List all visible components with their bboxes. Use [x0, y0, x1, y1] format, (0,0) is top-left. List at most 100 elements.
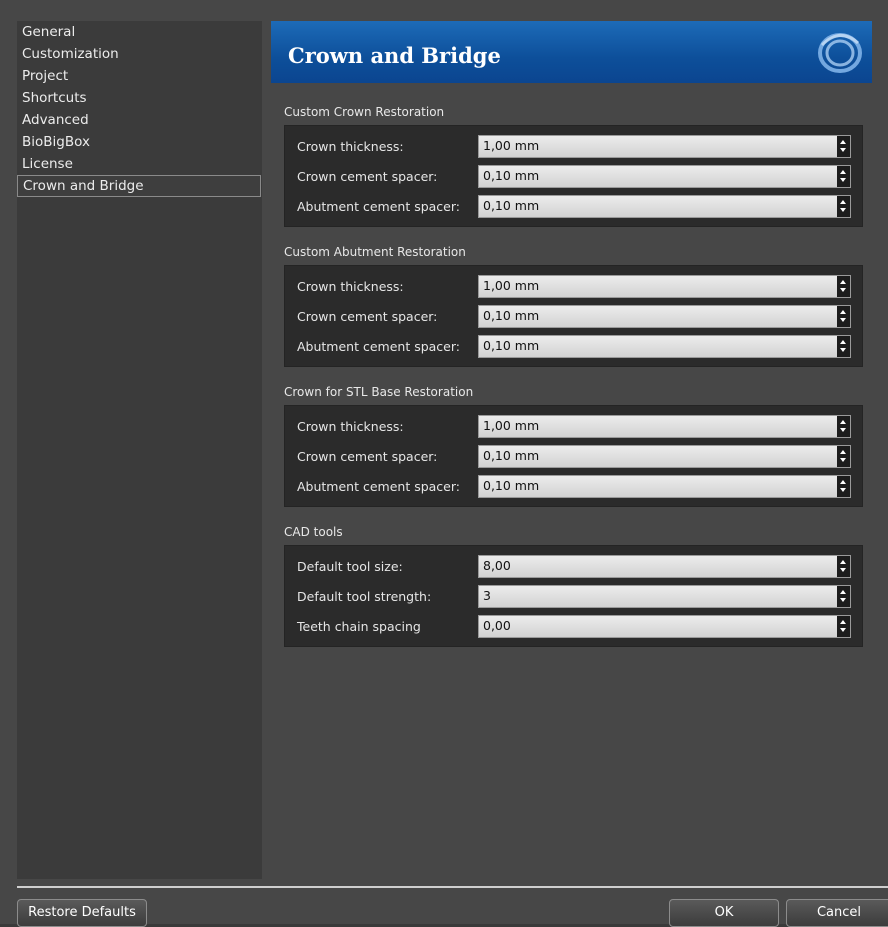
spin-arrows[interactable]: [837, 416, 850, 437]
chevron-up-icon[interactable]: [840, 280, 846, 284]
chevron-down-icon[interactable]: [840, 458, 846, 462]
chevron-up-icon[interactable]: [840, 140, 846, 144]
chevron-down-icon[interactable]: [840, 148, 846, 152]
crown-cement-spacer-spinbox[interactable]: 0,10 mm: [478, 445, 851, 468]
spinbox-value[interactable]: 1,00 mm: [483, 138, 539, 153]
setting-row: Abutment cement spacer: 0,10 mm: [285, 332, 862, 362]
chevron-down-icon[interactable]: [840, 288, 846, 292]
chevron-down-icon[interactable]: [840, 628, 846, 632]
chevron-down-icon[interactable]: [840, 318, 846, 322]
sidebar-item-project[interactable]: Project: [17, 65, 262, 87]
sidebar-item-customization[interactable]: Customization: [17, 43, 262, 65]
setting-label: Default tool size:: [297, 559, 403, 574]
restore-defaults-button[interactable]: Restore Defaults: [17, 899, 147, 927]
spinbox-value[interactable]: 3: [483, 588, 491, 603]
spinbox-value[interactable]: 0,10 mm: [483, 308, 539, 323]
setting-row: Default tool size: 8,00: [285, 552, 862, 582]
chevron-up-icon[interactable]: [840, 450, 846, 454]
group-title-cad-tools: CAD tools: [284, 525, 343, 539]
swirl-logo-icon: [818, 33, 862, 73]
setting-label: Crown thickness:: [297, 139, 404, 154]
setting-label: Abutment cement spacer:: [297, 339, 461, 354]
chevron-up-icon[interactable]: [840, 170, 846, 174]
spin-arrows[interactable]: [837, 136, 850, 157]
spinbox-value[interactable]: 1,00 mm: [483, 278, 539, 293]
spin-arrows[interactable]: [837, 306, 850, 327]
spin-arrows[interactable]: [837, 446, 850, 467]
spin-arrows[interactable]: [837, 586, 850, 607]
setting-label: Crown thickness:: [297, 419, 404, 434]
crown-thickness-spinbox[interactable]: 1,00 mm: [478, 415, 851, 438]
chevron-down-icon[interactable]: [840, 178, 846, 182]
sidebar-item-advanced[interactable]: Advanced: [17, 109, 262, 131]
group-cad-tools: Default tool size: 8,00 Default tool str…: [284, 545, 863, 647]
group-title-custom-abutment: Custom Abutment Restoration: [284, 245, 466, 259]
chevron-up-icon[interactable]: [840, 340, 846, 344]
chevron-up-icon[interactable]: [840, 200, 846, 204]
setting-row: Teeth chain spacing 0,00: [285, 612, 862, 642]
setting-label: Abutment cement spacer:: [297, 199, 461, 214]
spin-arrows[interactable]: [837, 476, 850, 497]
chevron-down-icon[interactable]: [840, 208, 846, 212]
sidebar: General Customization Project Shortcuts …: [17, 21, 262, 879]
spin-arrows[interactable]: [837, 556, 850, 577]
chevron-up-icon[interactable]: [840, 560, 846, 564]
cancel-button[interactable]: Cancel: [786, 899, 888, 927]
chevron-down-icon[interactable]: [840, 428, 846, 432]
sidebar-item-license[interactable]: License: [17, 153, 262, 175]
chevron-up-icon[interactable]: [840, 620, 846, 624]
setting-label: Crown thickness:: [297, 279, 404, 294]
spin-arrows[interactable]: [837, 196, 850, 217]
settings-panel: Crown and Bridge Custom Crown Restoratio…: [271, 21, 872, 881]
abutment-cement-spacer-spinbox[interactable]: 0,10 mm: [478, 335, 851, 358]
sidebar-item-general[interactable]: General: [17, 21, 262, 43]
sidebar-item-shortcuts[interactable]: Shortcuts: [17, 87, 262, 109]
setting-label: Teeth chain spacing: [297, 619, 421, 634]
spinbox-value[interactable]: 0,10 mm: [483, 478, 539, 493]
sidebar-item-crown-and-bridge[interactable]: Crown and Bridge: [17, 175, 261, 197]
group-custom-abutment: Crown thickness: 1,00 mm Crown cement sp…: [284, 265, 863, 367]
spin-arrows[interactable]: [837, 276, 850, 297]
group-title-custom-crown: Custom Crown Restoration: [284, 105, 445, 119]
teeth-chain-spacing-spinbox[interactable]: 0,00: [478, 615, 851, 638]
setting-label: Crown cement spacer:: [297, 449, 438, 464]
spinbox-value[interactable]: 0,10 mm: [483, 198, 539, 213]
panel-header: Crown and Bridge: [271, 21, 872, 83]
spinbox-value[interactable]: 1,00 mm: [483, 418, 539, 433]
setting-row: Crown cement spacer: 0,10 mm: [285, 162, 862, 192]
spin-arrows[interactable]: [837, 166, 850, 187]
chevron-down-icon[interactable]: [840, 488, 846, 492]
spin-arrows[interactable]: [837, 616, 850, 637]
spin-arrows[interactable]: [837, 336, 850, 357]
sidebar-item-biobigbox[interactable]: BioBigBox: [17, 131, 262, 153]
abutment-cement-spacer-spinbox[interactable]: 0,10 mm: [478, 475, 851, 498]
chevron-up-icon[interactable]: [840, 420, 846, 424]
preferences-window: General Customization Project Shortcuts …: [0, 0, 888, 927]
setting-row: Crown cement spacer: 0,10 mm: [285, 302, 862, 332]
chevron-down-icon[interactable]: [840, 568, 846, 572]
chevron-down-icon[interactable]: [840, 598, 846, 602]
chevron-up-icon[interactable]: [840, 590, 846, 594]
ok-button[interactable]: OK: [669, 899, 779, 927]
page-title: Crown and Bridge: [288, 43, 501, 68]
group-title-stl-base: Crown for STL Base Restoration: [284, 385, 474, 399]
abutment-cement-spacer-spinbox[interactable]: 0,10 mm: [478, 195, 851, 218]
crown-cement-spacer-spinbox[interactable]: 0,10 mm: [478, 305, 851, 328]
spinbox-value[interactable]: 8,00: [483, 558, 511, 573]
spinbox-value[interactable]: 0,10 mm: [483, 338, 539, 353]
crown-cement-spacer-spinbox[interactable]: 0,10 mm: [478, 165, 851, 188]
setting-label: Default tool strength:: [297, 589, 432, 604]
chevron-down-icon[interactable]: [840, 348, 846, 352]
chevron-up-icon[interactable]: [840, 480, 846, 484]
spinbox-value[interactable]: 0,10 mm: [483, 168, 539, 183]
setting-row: Crown thickness: 1,00 mm: [285, 412, 862, 442]
crown-thickness-spinbox[interactable]: 1,00 mm: [478, 135, 851, 158]
crown-thickness-spinbox[interactable]: 1,00 mm: [478, 275, 851, 298]
footer-divider: [17, 886, 888, 888]
chevron-up-icon[interactable]: [840, 310, 846, 314]
spinbox-value[interactable]: 0,10 mm: [483, 448, 539, 463]
spinbox-value[interactable]: 0,00: [483, 618, 511, 633]
group-custom-crown: Crown thickness: 1,00 mm Crown cement sp…: [284, 125, 863, 227]
default-tool-size-spinbox[interactable]: 8,00: [478, 555, 851, 578]
default-tool-strength-spinbox[interactable]: 3: [478, 585, 851, 608]
